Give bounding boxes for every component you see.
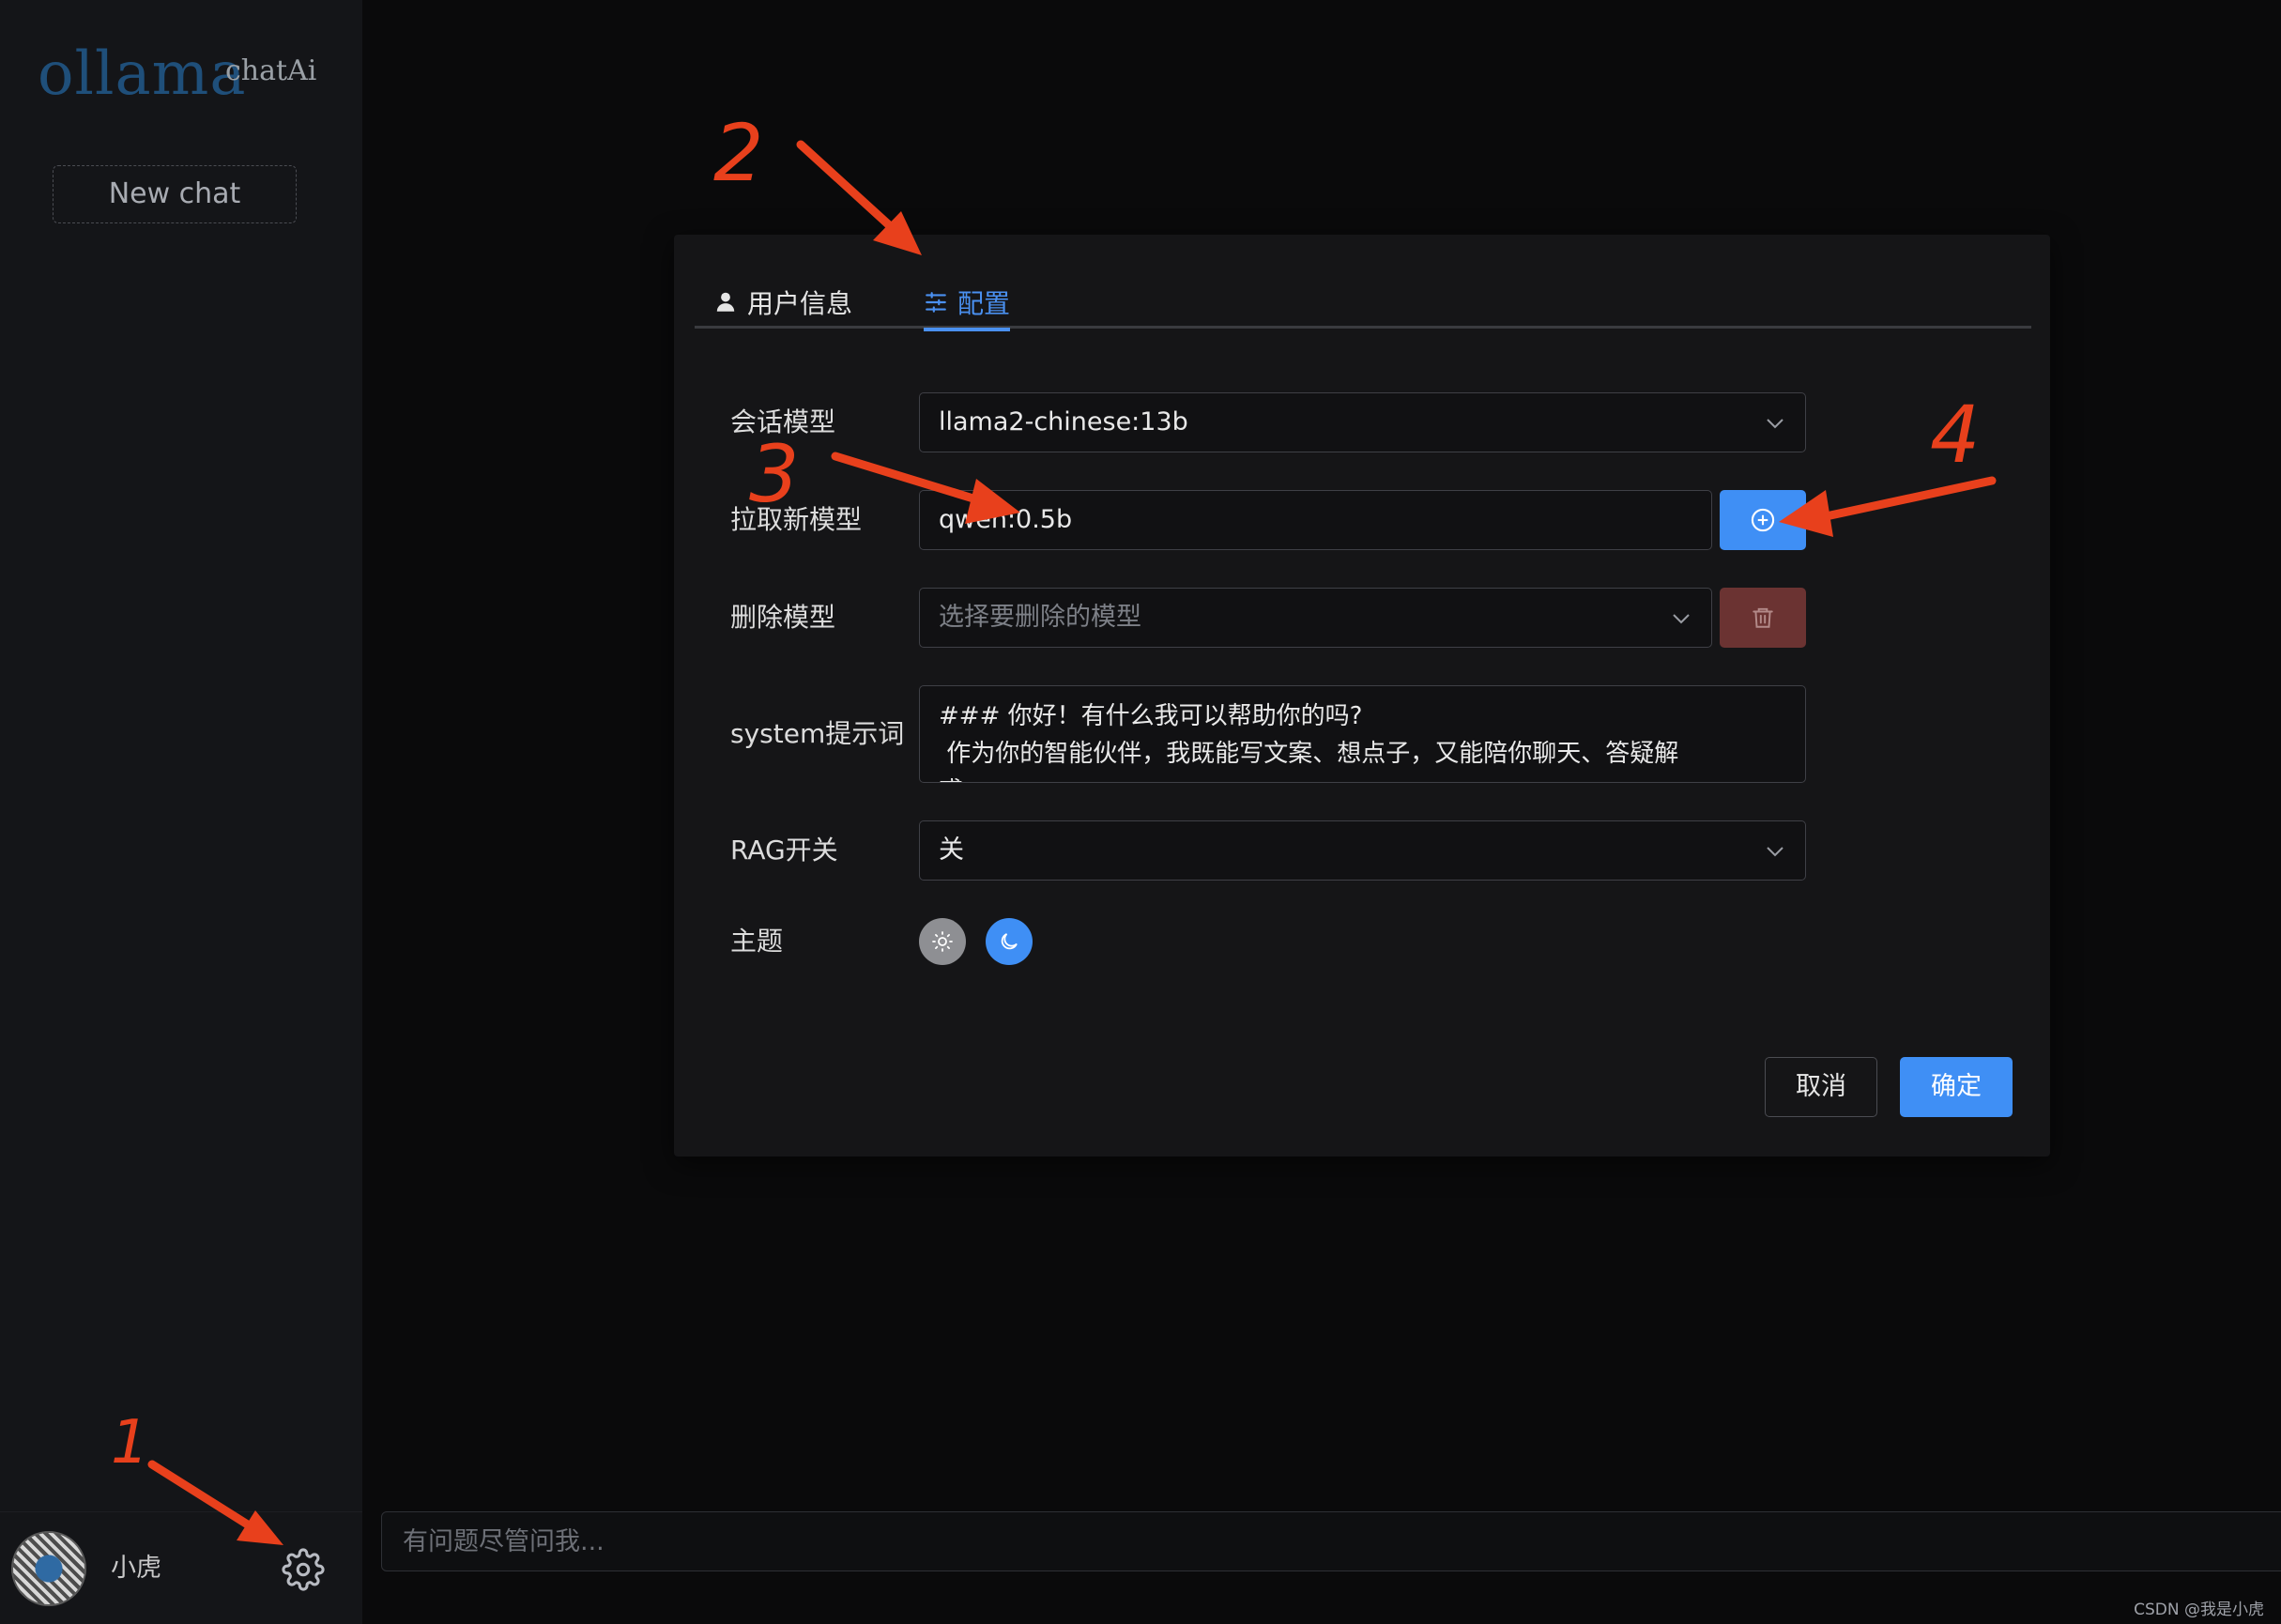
gear-icon [282, 1548, 325, 1591]
rag-toggle-value: 关 [939, 835, 964, 865]
pull-model-button[interactable] [1720, 490, 1806, 550]
chat-model-value: llama2-chinese:13b [939, 407, 1188, 437]
trash-icon [1753, 607, 1773, 628]
plus-circle-icon [1751, 508, 1775, 532]
tab-config[interactable]: 配置 [924, 276, 1011, 331]
system-prompt-label: system提示词 [730, 718, 905, 749]
theme-label: 主题 [730, 926, 784, 957]
delete-model-select[interactable]: 选择要删除的模型 [919, 588, 1712, 648]
moon-icon [1001, 933, 1018, 950]
chevron-down-icon [1767, 419, 1783, 429]
user-bar: 小虎 [0, 1511, 362, 1624]
user-icon [716, 292, 735, 312]
tab-user-info[interactable]: 用户信息 [713, 276, 852, 329]
sliders-icon [926, 292, 946, 313]
tab-bar: 用户信息 配置 [695, 276, 2031, 331]
theme-light-button[interactable] [919, 918, 966, 965]
new-chat-button[interactable]: New chat [53, 165, 297, 223]
rag-toggle-select[interactable]: 关 [919, 820, 1806, 881]
chevron-down-icon [1767, 847, 1783, 857]
pull-model-value: qwen:0.5b [939, 505, 1073, 534]
watermark: CSDN @我是小虎 [2134, 1601, 2264, 1619]
annotation-label-2: 2 [713, 107, 763, 199]
cancel-button[interactable]: 取消 [1765, 1057, 1877, 1117]
app-root: ollama chatAi New chat 小虎 CSDN @我是小虎 [0, 0, 2281, 1624]
confirm-button[interactable]: 确定 [1900, 1057, 2013, 1117]
logo-sub-text: chatAi [225, 54, 317, 87]
chat-model-select[interactable]: llama2-chinese:13b [919, 392, 1806, 452]
delete-model-label: 删除模型 [730, 602, 836, 633]
sidebar: ollama chatAi New chat 小虎 [0, 0, 362, 1624]
pull-model-input[interactable]: qwen:0.5b [919, 490, 1712, 550]
avatar[interactable] [11, 1531, 86, 1606]
sun-icon [932, 931, 953, 952]
system-prompt-textarea[interactable]: ### 你好！有什么我可以帮助你的吗? 作为你的智能伙伴，我既能写文案、想点子，… [919, 685, 1806, 783]
tab-user-info-label: 用户信息 [747, 288, 853, 319]
chevron-down-icon [1673, 614, 1690, 624]
delete-model-placeholder: 选择要删除的模型 [939, 603, 1141, 632]
chat-model-label: 会话模型 [730, 406, 836, 437]
settings-button[interactable] [282, 1548, 325, 1591]
pull-model-label: 拉取新模型 [730, 504, 863, 535]
tab-config-label: 配置 [957, 288, 1011, 319]
theme-dark-button[interactable] [986, 918, 1033, 965]
username: 小虎 [111, 1554, 161, 1583]
delete-model-button[interactable] [1720, 588, 1806, 648]
chat-input[interactable] [381, 1511, 2281, 1571]
rag-toggle-label: RAG开关 [730, 835, 838, 866]
settings-dialog: 用户信息 配置 会话模型 llama2-chinese:13b 拉取新模型 qw… [674, 235, 2050, 1157]
logo-main-text: ollama [38, 39, 247, 109]
